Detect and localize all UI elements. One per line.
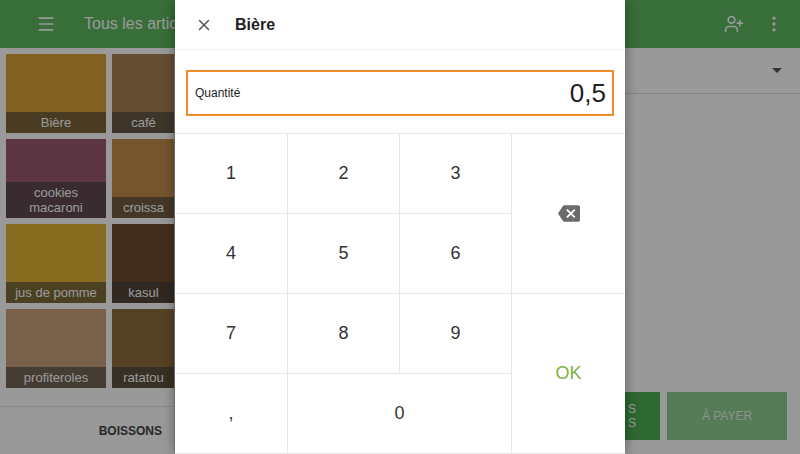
keypad-key[interactable]: 1: [175, 134, 288, 214]
keypad-key[interactable]: ,: [175, 374, 288, 454]
quantity-field[interactable]: Quantité 0,5: [186, 70, 614, 116]
dialog-header: Bière: [175, 0, 625, 50]
keypad-key[interactable]: 6: [400, 214, 512, 294]
backspace-icon: [558, 205, 580, 222]
pos-screen: Tous les articlBièrecafécookies macaroni…: [0, 0, 800, 454]
keypad: 123 456 789OK,0: [175, 133, 625, 454]
field-value: 0,5: [570, 78, 606, 109]
close-icon[interactable]: [195, 16, 213, 34]
dialog-title: Bière: [235, 16, 275, 34]
keypad-key[interactable]: 3: [400, 134, 512, 214]
keypad-key[interactable]: 0: [288, 374, 512, 454]
quantity-dialog: Bière Quantité 0,5 123 456 789OK,0: [175, 0, 625, 454]
keypad-key[interactable]: 5: [288, 214, 400, 294]
field-label: Quantité: [195, 86, 240, 100]
keypad-key[interactable]: 8: [288, 294, 400, 374]
keypad-key[interactable]: 7: [175, 294, 288, 374]
ok-button[interactable]: OK: [512, 294, 625, 454]
keypad-key[interactable]: 2: [288, 134, 400, 214]
backspace-key[interactable]: [512, 134, 625, 294]
keypad-key[interactable]: 9: [400, 294, 512, 374]
keypad-key[interactable]: 4: [175, 214, 288, 294]
